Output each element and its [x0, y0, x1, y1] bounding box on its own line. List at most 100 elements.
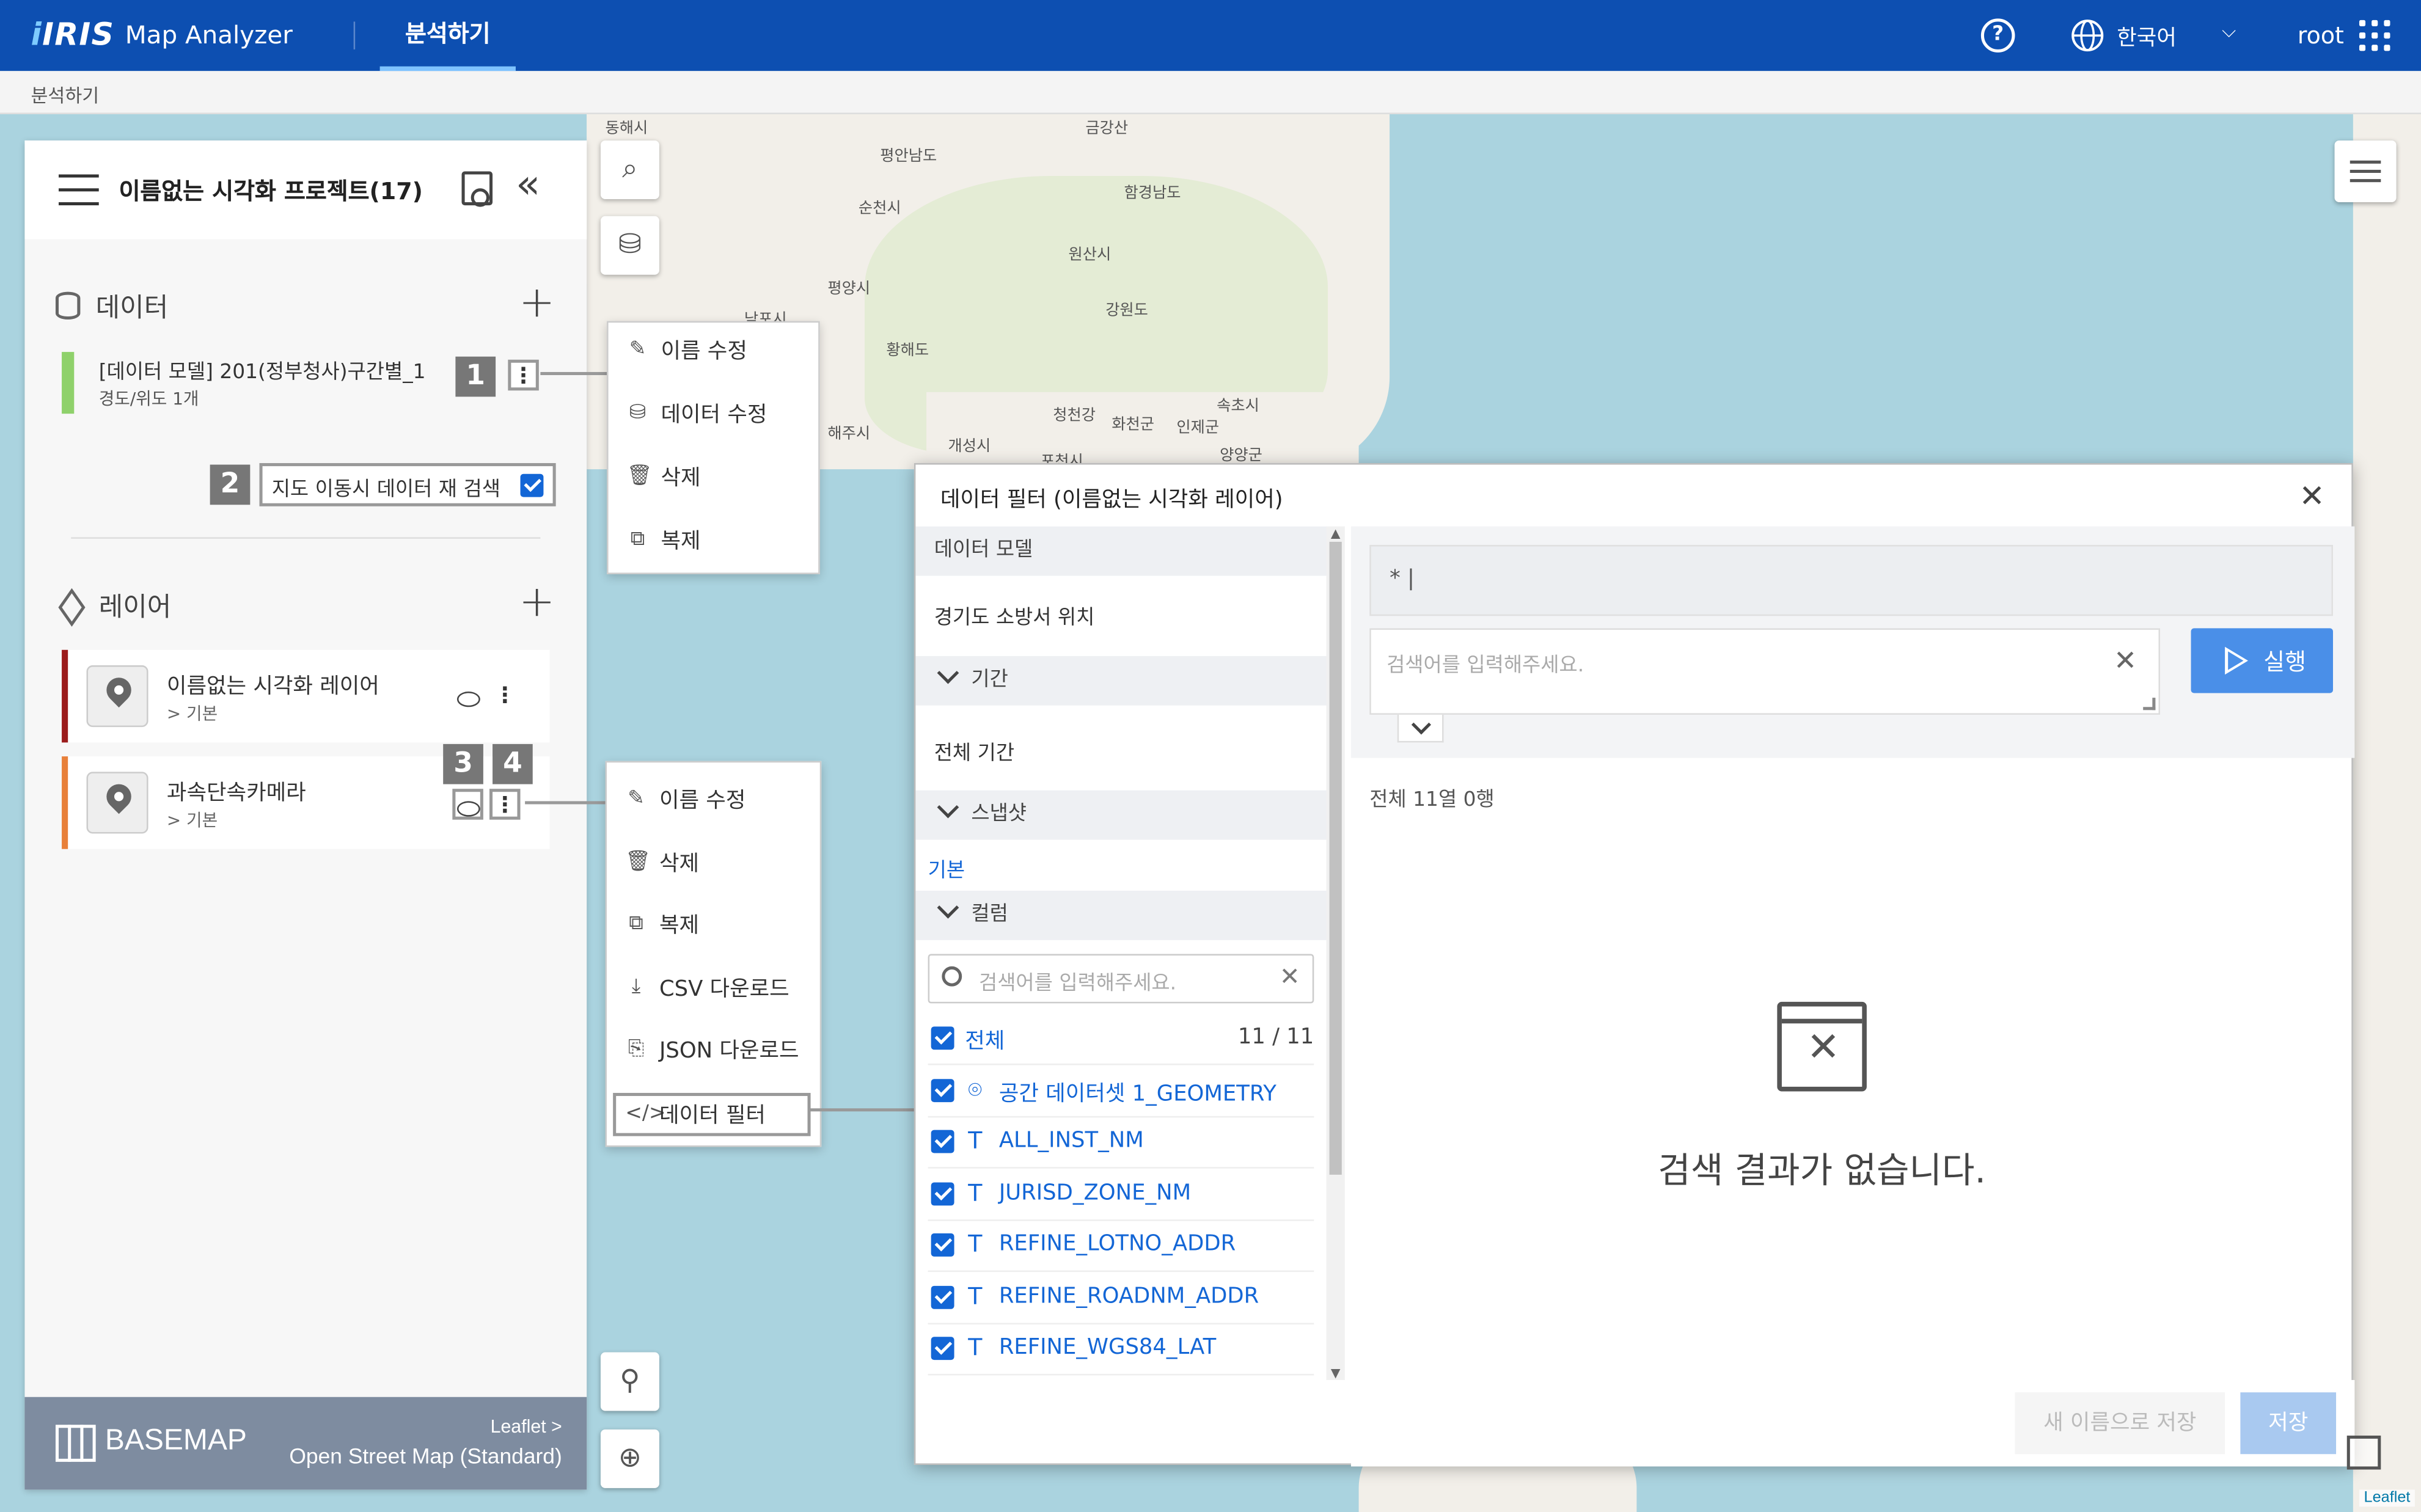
- eye-icon[interactable]: [452, 682, 483, 714]
- scrollbar[interactable]: ▲ ▼: [1326, 526, 1345, 1380]
- basemap-selector[interactable]: BASEMAP Leaflet > Open Street Map (Stand…: [24, 1397, 587, 1490]
- menu-item-delete[interactable]: 🗑 삭제: [627, 462, 701, 493]
- checkbox[interactable]: [931, 1026, 954, 1050]
- checkbox[interactable]: [931, 1182, 954, 1206]
- tab-analyze[interactable]: 분석하기: [379, 0, 516, 71]
- step-badge: 3: [443, 743, 483, 784]
- snapshot-header[interactable]: 스냅샷: [915, 790, 1327, 840]
- apps-grid-icon[interactable]: [2359, 20, 2390, 51]
- menu-item-csv-download[interactable]: ⤓ CSV 다운로드: [625, 973, 789, 1004]
- data-filter-dialog: 데이터 필터 (이름없는 시각화 레이어) ✕ 데이터 모델 경기도 소방서 위…: [914, 463, 2355, 1467]
- app-logo[interactable]: iIRIS Map Analyzer: [31, 15, 293, 53]
- menu-item-data-filter[interactable]: </> 데이터 필터: [613, 1092, 811, 1136]
- layer-item[interactable]: 이름없는 시각화 레이어 > 기본 ⋮: [62, 649, 550, 743]
- help-icon[interactable]: ?: [1980, 18, 2015, 53]
- column-search-placeholder: 검색어를 입력해주세요.: [978, 972, 1177, 996]
- column-row[interactable]: T REFINE_WGS84_LAT: [928, 1324, 1314, 1376]
- clear-icon[interactable]: ✕: [1280, 962, 1300, 991]
- menu-item-rename[interactable]: ✎ 이름 수정: [625, 784, 745, 816]
- column-row[interactable]: T REFINE_ROADNM_ADDR: [928, 1274, 1314, 1324]
- collapse-panel-icon[interactable]: «: [516, 165, 540, 205]
- period-header-label: 기간: [971, 668, 1008, 692]
- add-data-button[interactable]: +: [519, 280, 555, 324]
- layer-style[interactable]: > 기본: [167, 701, 218, 725]
- layer-more-button[interactable]: ⋮: [489, 682, 521, 714]
- leaflet-attribution[interactable]: Leaflet: [2359, 1489, 2415, 1507]
- menu-item-duplicate[interactable]: ⧉ 복제: [625, 909, 699, 940]
- data-refresh-icon[interactable]: ⛁: [600, 216, 659, 275]
- menu-item-rename[interactable]: ✎ 이름 수정: [627, 335, 747, 366]
- eye-icon[interactable]: [452, 789, 483, 820]
- layer-more-button[interactable]: ⋮: [489, 789, 521, 820]
- column-search-input[interactable]: 검색어를 입력해주세요. ✕: [928, 954, 1314, 1004]
- data-item-name: [데이터 모델] 201(정부청사)구간별_1: [98, 361, 426, 385]
- text-type-icon: T: [968, 1230, 983, 1258]
- checkbox[interactable]: [931, 1337, 954, 1360]
- pencil-icon: ✎: [628, 787, 645, 811]
- column-header[interactable]: 컬럼: [915, 890, 1327, 940]
- project-title[interactable]: 이름없는 시각화 프로젝트(17): [119, 175, 423, 207]
- column-row[interactable]: T ALL_INST_NM: [928, 1117, 1314, 1169]
- column-row[interactable]: T REFINE_LOTNO_ADDR: [928, 1221, 1314, 1273]
- map-label: 순천시: [858, 200, 901, 218]
- close-icon[interactable]: ✕: [2299, 477, 2324, 514]
- column-row[interactable]: ⌾ 공간 데이터셋 1_GEOMETRY: [928, 1067, 1314, 1118]
- menu-item-json-download[interactable]: ⎘ JSON 다운로드: [625, 1034, 799, 1065]
- menu-item-delete[interactable]: 🗑 삭제: [625, 847, 699, 878]
- layer-list-icon[interactable]: [2334, 140, 2397, 203]
- period-value[interactable]: 전체 기간: [915, 736, 1326, 765]
- column-count: 11 / 11: [1237, 1024, 1314, 1050]
- globe-icon[interactable]: [2070, 18, 2104, 53]
- add-layer-button[interactable]: +: [519, 580, 555, 624]
- column-header-label: 컬럼: [971, 903, 1008, 927]
- checkbox[interactable]: [931, 1130, 954, 1153]
- save-button[interactable]: 저장: [2240, 1392, 2337, 1455]
- column-name: REFINE_ROADNM_ADDR: [998, 1284, 1259, 1309]
- run-button[interactable]: 실행: [2191, 628, 2333, 693]
- recheck-on-move-option[interactable]: 지도 이동시 데이터 재 검색: [259, 463, 556, 506]
- checkbox[interactable]: [931, 1079, 954, 1103]
- save-as-button[interactable]: 새 이름으로 저장: [2015, 1392, 2225, 1455]
- scrollbar-thumb[interactable]: [1329, 541, 1342, 1175]
- route-icon[interactable]: ⚲: [600, 1352, 659, 1411]
- checkbox[interactable]: [931, 1285, 954, 1309]
- checkbox[interactable]: [931, 1233, 954, 1257]
- expand-toggle-icon[interactable]: [1397, 714, 1444, 743]
- column-name: JURISD_ZONE_NM: [998, 1181, 1192, 1206]
- resize-handle-icon[interactable]: [2143, 698, 2156, 710]
- layer-style-label: 기본: [186, 704, 218, 725]
- scroll-down-icon[interactable]: ▼: [1327, 1366, 1345, 1380]
- period-header[interactable]: 기간: [915, 656, 1327, 706]
- query-expression-input[interactable]: * |: [1369, 544, 2333, 616]
- clear-icon[interactable]: ✕: [2114, 645, 2137, 677]
- column-row-all[interactable]: 전체 11 / 11: [928, 1014, 1314, 1065]
- data-more-button[interactable]: ⋮: [508, 359, 539, 391]
- chevron-down-icon: [937, 796, 959, 819]
- layer-style[interactable]: > 기본: [167, 808, 218, 832]
- scroll-up-icon[interactable]: ▲: [1327, 527, 1345, 541]
- layer-section-header: 레이어: [56, 585, 172, 624]
- user-name[interactable]: root: [2298, 21, 2344, 49]
- map-label: 평양시: [827, 280, 871, 298]
- recheck-checkbox[interactable]: [520, 473, 544, 497]
- section-divider: [71, 537, 541, 539]
- snapshot-value[interactable]: 기본: [915, 853, 1326, 883]
- menu-item-duplicate[interactable]: ⧉ 복제: [627, 525, 701, 556]
- column-row[interactable]: T JURISD_ZONE_NM: [928, 1170, 1314, 1221]
- zoom-in-icon[interactable]: ⊕: [600, 1429, 659, 1488]
- menu-item-edit-data[interactable]: ⛁ 데이터 수정: [627, 398, 767, 429]
- layer-context-menu: ✎ 이름 수정 🗑 삭제 ⧉ 복제 ⤓ CSV 다운로드 ⎘ JSON 다운로드 </> 데…: [605, 761, 822, 1147]
- breadcrumb[interactable]: 분석하기: [31, 82, 100, 108]
- language-select[interactable]: 한국어: [2117, 21, 2177, 53]
- data-model-value[interactable]: 경기도 소방서 위치: [915, 601, 1326, 630]
- run-label: 실행: [2263, 648, 2307, 676]
- map-label: 평안남도: [880, 148, 937, 166]
- menu-icon[interactable]: [59, 174, 99, 206]
- copy-icon: ⧉: [630, 528, 645, 552]
- chevron-down-icon[interactable]: ⌵: [2222, 20, 2236, 43]
- location-pin-icon: ⌾: [968, 1076, 983, 1104]
- map-search-icon[interactable]: ⌕: [600, 140, 659, 199]
- save-icon[interactable]: [461, 171, 493, 207]
- query-search-input[interactable]: 검색어를 입력해주세요. ✕: [1369, 628, 2160, 715]
- layout-icon[interactable]: [2346, 1435, 2381, 1470]
